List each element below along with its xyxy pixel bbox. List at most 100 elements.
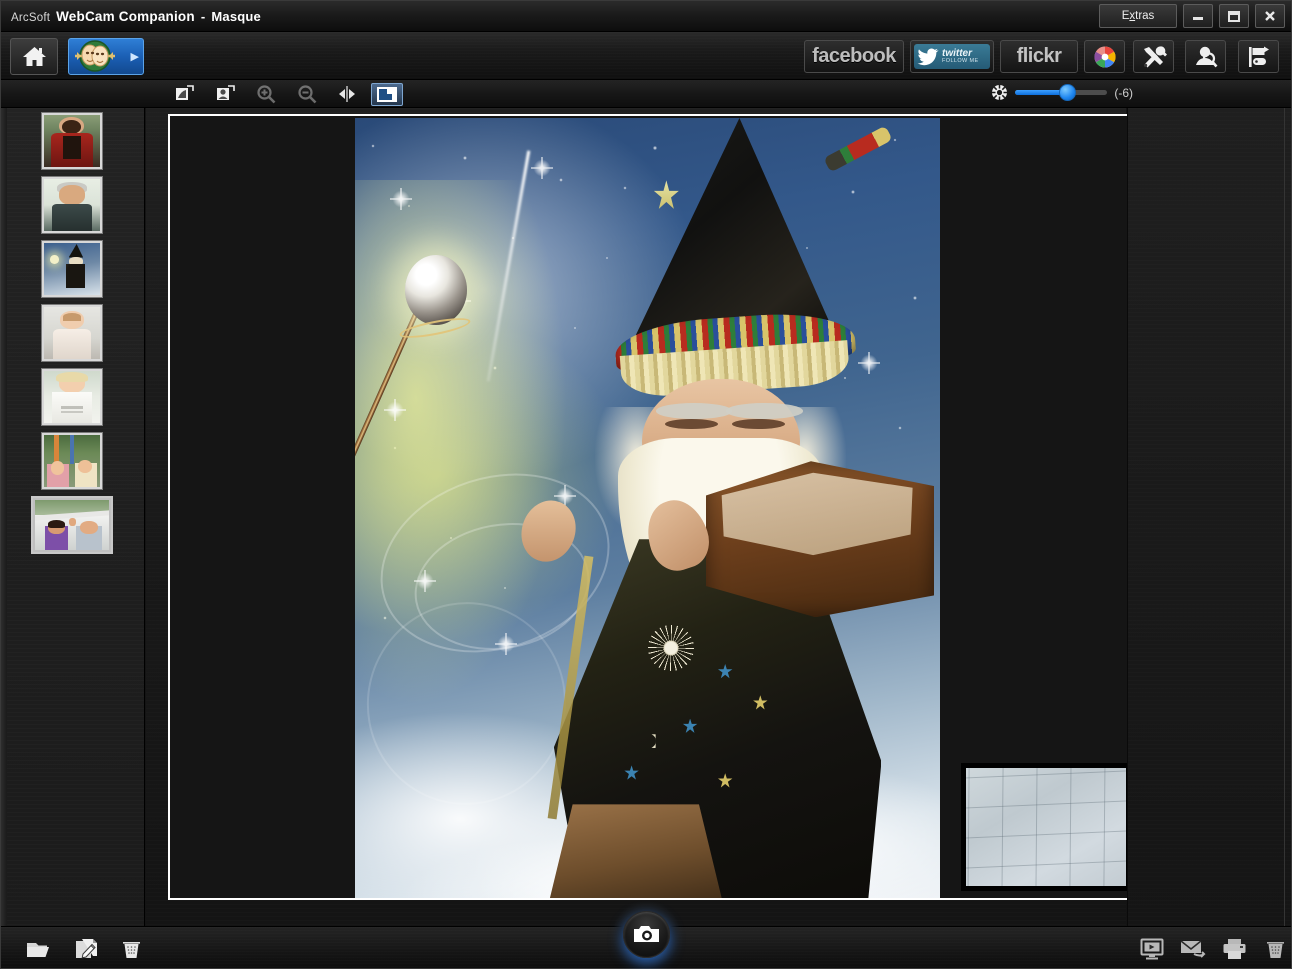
- thumbnail-4[interactable]: [41, 304, 103, 362]
- twitter-badge: twitter FOLLOW ME: [914, 44, 990, 69]
- extras-button[interactable]: Ex tras: [1099, 4, 1177, 28]
- twitter-button[interactable]: twitter FOLLOW ME: [910, 40, 994, 73]
- star-sparkle: [530, 157, 553, 179]
- wizard-masque-photo[interactable]: [355, 118, 940, 898]
- slider-handle[interactable]: [1058, 84, 1076, 101]
- thumbnail-2[interactable]: [41, 176, 103, 234]
- thumbnail-7-image: [35, 500, 109, 550]
- thumbnail-5[interactable]: [41, 368, 103, 426]
- title-separator: -: [200, 8, 206, 24]
- mode-label: Masque: [211, 8, 261, 24]
- close-button[interactable]: [1255, 4, 1285, 28]
- capture-button[interactable]: [623, 911, 670, 958]
- application-window: ArcSoft WebCam Companion - Masque Ex tras: [0, 0, 1292, 969]
- live-preview[interactable]: [961, 763, 1131, 891]
- rotate-left-icon: [176, 85, 194, 100]
- thumbnail-3[interactable]: [41, 240, 103, 298]
- exposure-slider[interactable]: [1015, 84, 1108, 101]
- edit-button[interactable]: [69, 935, 103, 963]
- masque-expand-arrow[interactable]: ▶: [131, 50, 139, 63]
- folder-icon: [27, 942, 49, 957]
- zoom-out-icon: [298, 85, 317, 104]
- main-content: [1, 108, 1291, 928]
- edit-toolbar: (-6): [1, 80, 1291, 108]
- twitter-sublabel: FOLLOW ME: [942, 57, 979, 64]
- export-flag-icon: [1248, 46, 1269, 67]
- thumbnail-3-image: [44, 243, 100, 295]
- thumbnail-6[interactable]: [41, 432, 103, 490]
- home-icon: [22, 46, 46, 66]
- twitter-text: twitter FOLLOW ME: [942, 48, 979, 65]
- email-button[interactable]: [1176, 935, 1210, 963]
- extras-label-post: tras: [1135, 10, 1155, 22]
- window-title: ArcSoft WebCam Companion - Masque: [11, 9, 261, 24]
- rotate-left-button[interactable]: [169, 83, 199, 105]
- help-button[interactable]: [1185, 40, 1226, 73]
- live-preview-image: [966, 768, 1126, 886]
- star-sparkle: [858, 352, 881, 374]
- top-navigation-bar: ▶ facebook twitter FOLLOW ME flickr: [1, 32, 1291, 80]
- preview-toggle-button[interactable]: [371, 83, 403, 106]
- email-icon: [1180, 939, 1206, 958]
- rock-pedestal: [548, 804, 724, 898]
- zoom-out-button[interactable]: [292, 83, 322, 105]
- thumbnail-filmstrip[interactable]: [1, 108, 145, 928]
- window-controls: Ex tras: [1099, 4, 1285, 28]
- minimize-button[interactable]: [1183, 4, 1213, 28]
- photo-canvas-area: [146, 108, 1133, 928]
- aperture-icon[interactable]: [991, 84, 1008, 101]
- preview-tile-grid: [966, 768, 1126, 886]
- app-name-label: WebCam Companion: [56, 8, 195, 24]
- camera-icon: [634, 926, 659, 942]
- star-sparkle: [390, 188, 413, 211]
- maximize-icon: [1228, 11, 1240, 22]
- masque-tab[interactable]: ▶: [68, 38, 144, 75]
- staff-orb: [404, 254, 467, 325]
- masque-icon: [75, 40, 115, 72]
- zoom-in-icon: [257, 85, 276, 104]
- title-bar: ArcSoft WebCam Companion - Masque Ex tras: [1, 1, 1291, 32]
- robe-moon: [642, 734, 656, 748]
- brand-label: ArcSoft: [11, 11, 51, 24]
- minimize-icon: [1193, 17, 1203, 20]
- thumbnail-5-image: [44, 371, 100, 423]
- thumbnail-6-image: [44, 435, 100, 487]
- settings-button[interactable]: [1133, 40, 1174, 73]
- trash-icon: [1266, 941, 1284, 958]
- filmstrip-scrollbar[interactable]: [1, 108, 7, 928]
- trash-button[interactable]: [114, 935, 148, 963]
- tools-icon: [1143, 45, 1167, 67]
- bottom-toolbar: [1, 901, 1292, 968]
- home-button[interactable]: [10, 38, 58, 75]
- print-button[interactable]: [1217, 935, 1251, 963]
- star-sparkle: [384, 398, 407, 421]
- thumbnail-4-image: [44, 307, 100, 359]
- open-folder-button[interactable]: [22, 935, 56, 963]
- picasa-button[interactable]: [1084, 40, 1125, 73]
- trash-icon: [122, 941, 140, 958]
- extras-label-pre: E: [1121, 10, 1130, 22]
- rotate-right-icon: [217, 85, 235, 100]
- maximize-button[interactable]: [1219, 4, 1249, 28]
- edit-pages-icon: [75, 938, 97, 958]
- preview-overlay-icon: [377, 87, 397, 102]
- right-panel: [1127, 108, 1291, 928]
- export-button[interactable]: [1238, 40, 1279, 73]
- delete-button[interactable]: [1258, 935, 1292, 963]
- flickr-button[interactable]: flickr: [1000, 40, 1078, 73]
- mirror-button[interactable]: [332, 83, 362, 105]
- exposure-slider-group: (-6): [991, 84, 1133, 101]
- thumbnail-1[interactable]: [41, 112, 103, 170]
- print-icon: [1223, 939, 1245, 959]
- picasa-icon: [1093, 45, 1116, 68]
- thumbnail-7[interactable]: [31, 496, 113, 554]
- rotate-right-button[interactable]: [210, 83, 240, 105]
- photo-frame[interactable]: [168, 114, 1133, 900]
- zoom-in-button[interactable]: [251, 83, 281, 105]
- slideshow-button[interactable]: [1135, 935, 1169, 963]
- facebook-button[interactable]: facebook: [804, 40, 904, 73]
- facebook-label: facebook: [812, 45, 896, 67]
- right-panel-divider: [1284, 108, 1285, 928]
- slideshow-icon: [1140, 938, 1163, 960]
- flickr-label: flickr: [1016, 45, 1062, 67]
